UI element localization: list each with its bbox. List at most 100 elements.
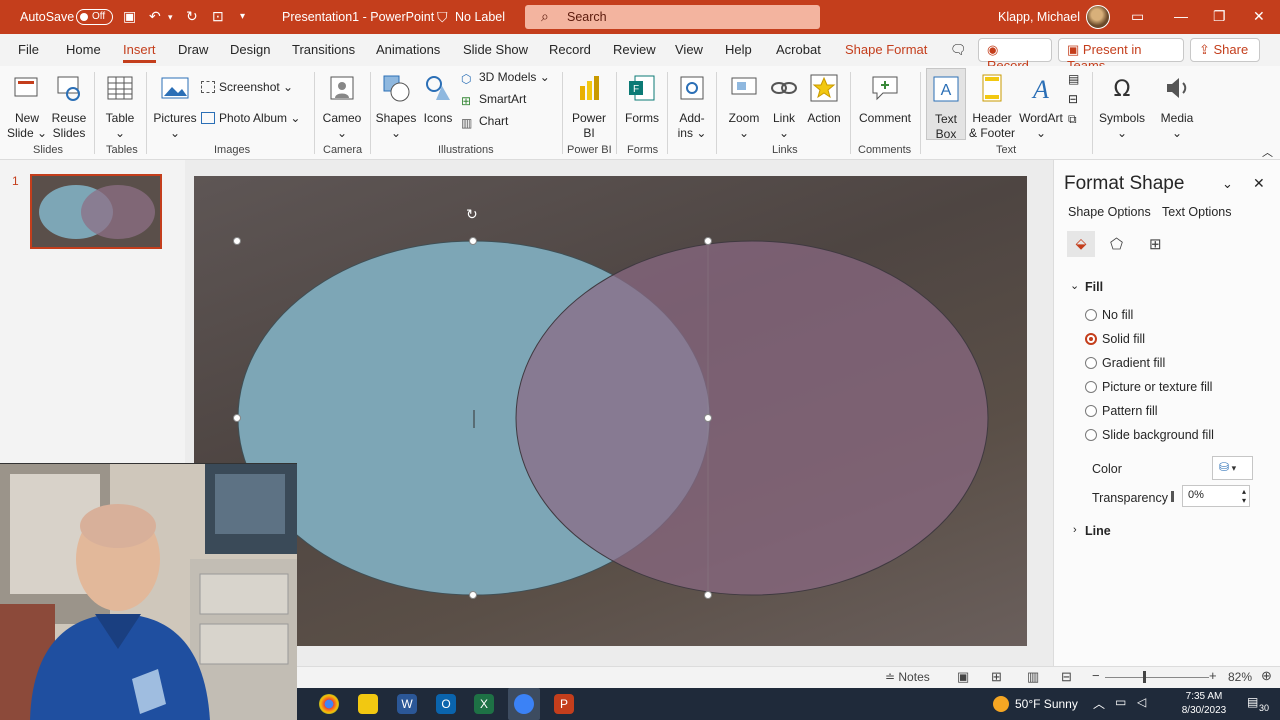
slide-number-icon[interactable]: ⊟ [1068, 92, 1078, 106]
object-icon[interactable]: ⧉ [1068, 112, 1077, 127]
add-ins-button[interactable]: Add- ins ⌄ [672, 72, 712, 141]
resize-handle[interactable] [233, 237, 241, 245]
header-footer-button[interactable]: Header & Footer [968, 72, 1016, 141]
notification-icon[interactable]: ▤ [1247, 695, 1258, 709]
tab-shape-format[interactable]: Shape Format [845, 42, 927, 57]
slideshow-view-icon[interactable]: ⊟ [1061, 669, 1072, 685]
action-button[interactable]: Action [804, 72, 844, 126]
tab-acrobat[interactable]: Acrobat [776, 42, 821, 57]
redo-icon[interactable]: ↻ [186, 8, 198, 25]
table-button[interactable]: Table ⌄ [100, 72, 140, 141]
powerpoint-icon[interactable]: P [554, 694, 574, 714]
forms-button[interactable]: F Forms [621, 72, 663, 126]
resize-handle[interactable] [704, 237, 712, 245]
screen-recorder-icon[interactable] [514, 694, 534, 714]
photo-album-button[interactable]: Photo Album ⌄ [201, 111, 300, 125]
zoom-level[interactable]: 82% [1228, 670, 1252, 684]
3d-models-button[interactable]: ⬡ 3D Models ⌄ [461, 70, 550, 86]
tab-insert[interactable]: Insert [123, 42, 156, 63]
radio-picture-fill[interactable] [1085, 381, 1097, 393]
smartart-button[interactable]: ⊞ SmartArt [461, 92, 526, 108]
transparency-slider[interactable] [1171, 491, 1174, 502]
radio-slide-background-fill[interactable] [1085, 429, 1097, 441]
tab-record[interactable]: Record [549, 42, 591, 57]
undo-icon[interactable]: ↶ [149, 8, 161, 25]
media-button[interactable]: Media ⌄ [1154, 72, 1200, 141]
comment-button[interactable]: Comment [856, 72, 914, 126]
ribbon-display-icon[interactable]: ▭ [1131, 8, 1144, 25]
sensitivity-label[interactable]: No Label [455, 10, 505, 24]
new-slide-button[interactable]: New Slide ⌄ [5, 72, 49, 141]
save-icon[interactable]: ▣ [123, 8, 136, 25]
transparency-input[interactable]: 0% ▴ ▾ [1182, 485, 1250, 507]
present-from-start-icon[interactable]: ⊡ [212, 8, 224, 25]
radio-no-fill[interactable] [1085, 309, 1097, 321]
chevron-down-icon[interactable]: ⌄ [1070, 279, 1079, 292]
excel-icon[interactable]: X [474, 694, 494, 714]
customize-toolbar-icon[interactable]: ▾ [240, 11, 245, 22]
autosave-toggle[interactable]: Off [76, 9, 113, 25]
pane-options-icon[interactable]: ⌄ [1222, 176, 1233, 192]
share-button[interactable]: ⇪ Share [1190, 38, 1260, 62]
tab-file[interactable]: File [18, 42, 39, 57]
resize-handle[interactable] [704, 414, 712, 422]
tab-home[interactable]: Home [66, 42, 101, 57]
tab-draw[interactable]: Draw [178, 42, 208, 57]
fill-line-icon[interactable]: ⬙ [1067, 231, 1095, 257]
power-bi-button[interactable]: Power BI [567, 72, 611, 141]
chrome-icon[interactable] [319, 694, 339, 714]
reuse-slides-button[interactable]: Reuse Slides [50, 72, 88, 141]
label-slide-background-fill[interactable]: Slide background fill [1102, 428, 1214, 442]
record-button[interactable]: ◉ Record [978, 38, 1052, 73]
symbols-button[interactable]: Ω Symbols ⌄ [1098, 72, 1146, 141]
slide-sorter-icon[interactable]: ⊞ [991, 669, 1002, 685]
clock-date[interactable]: 8/30/2023 [1177, 705, 1231, 716]
zoom-button[interactable]: Zoom ⌄ [724, 72, 764, 141]
cameo-button[interactable]: Cameo ⌄ [320, 72, 364, 141]
slide-canvas[interactable]: ↻ [194, 176, 1027, 646]
zoom-slider-thumb[interactable] [1143, 671, 1146, 683]
radio-gradient-fill[interactable] [1085, 357, 1097, 369]
label-pattern-fill[interactable]: Pattern fill [1102, 404, 1158, 418]
notes-button[interactable]: ≐ Notes [885, 670, 930, 684]
volume-icon[interactable]: ◁ [1137, 695, 1146, 709]
pictures-button[interactable]: Pictures ⌄ [152, 72, 198, 141]
undo-dropdown-icon[interactable]: ▾ [168, 12, 173, 23]
right-ellipse[interactable] [515, 240, 989, 596]
normal-view-icon[interactable]: ▣ [957, 669, 969, 685]
fit-slide-icon[interactable]: ⊕ [1261, 668, 1272, 684]
clock-time[interactable]: 7:35 AM [1179, 691, 1229, 702]
chevron-right-icon[interactable]: › [1073, 524, 1077, 536]
tab-view[interactable]: View [675, 42, 703, 57]
shape-options-tab[interactable]: Shape Options [1068, 205, 1151, 219]
slide-thumbnail[interactable] [30, 174, 162, 249]
resize-handle[interactable] [233, 414, 241, 422]
icons-button[interactable]: Icons [420, 72, 456, 126]
text-box-button[interactable]: A Text Box [926, 68, 966, 141]
sensitivity-icon[interactable]: ⛉ [437, 9, 448, 26]
collapse-ribbon-icon[interactable]: ︿ [1262, 144, 1273, 160]
minimize-icon[interactable]: — [1174, 8, 1188, 24]
tab-transitions[interactable]: Transitions [292, 42, 355, 57]
spinner-icon[interactable]: ▴ ▾ [1242, 487, 1246, 505]
user-name[interactable]: Klapp, Michael [998, 10, 1080, 24]
close-pane-icon[interactable]: ✕ [1253, 175, 1265, 192]
resize-handle[interactable] [469, 237, 477, 245]
link-button[interactable]: Link ⌄ [766, 72, 802, 141]
effects-icon[interactable]: ⬠ [1110, 235, 1123, 253]
radio-solid-fill[interactable] [1085, 333, 1097, 345]
close-icon[interactable]: ✕ [1253, 8, 1265, 25]
text-options-tab[interactable]: Text Options [1162, 205, 1231, 219]
label-solid-fill[interactable]: Solid fill [1102, 332, 1145, 346]
weather-text[interactable]: 50°F Sunny [1015, 697, 1078, 711]
tray-overflow-icon[interactable]: ︿ [1093, 695, 1105, 712]
tab-help[interactable]: Help [725, 42, 752, 57]
comments-icon[interactable]: 🗨 [950, 42, 967, 58]
restore-icon[interactable]: ❐ [1213, 8, 1226, 25]
shapes-button[interactable]: Shapes ⌄ [374, 72, 418, 141]
resize-handle[interactable] [469, 591, 477, 599]
tab-design[interactable]: Design [230, 42, 270, 57]
word-icon[interactable]: W [397, 694, 417, 714]
radio-pattern-fill[interactable] [1085, 405, 1097, 417]
search-box[interactable]: ⌕ Search [525, 5, 820, 29]
